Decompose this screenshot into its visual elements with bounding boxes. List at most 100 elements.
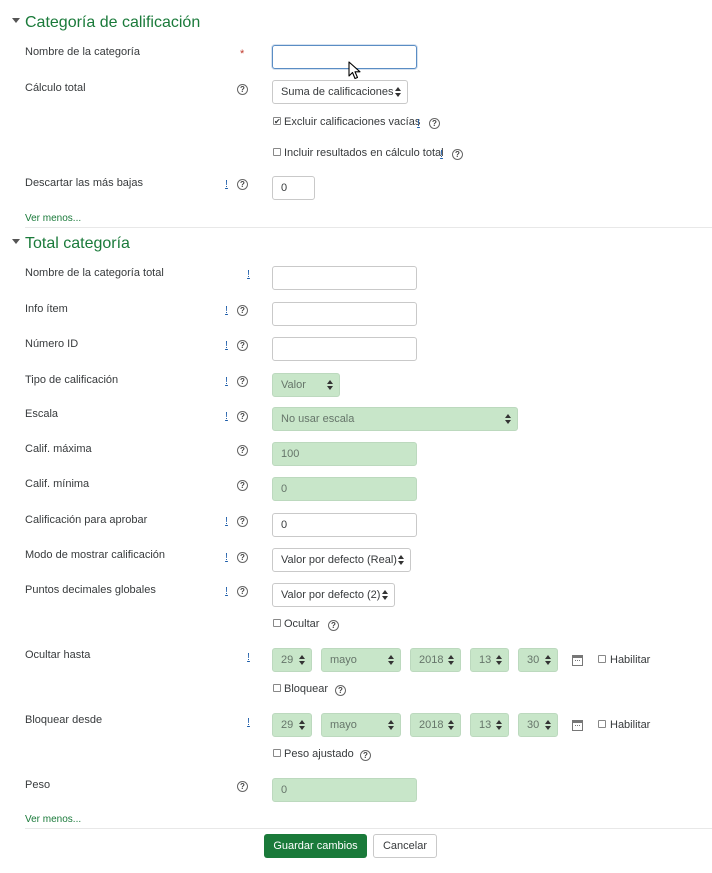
help-icon[interactable]: ? (237, 340, 248, 351)
select-value: 2018 (419, 654, 444, 666)
help-icon[interactable]: ? (237, 586, 248, 597)
peso-ajustado-label: Peso ajustado (284, 748, 354, 760)
help-icon[interactable]: ? (335, 685, 346, 696)
select-arrows-icon (388, 720, 394, 730)
calif-minima-input[interactable]: 0 (272, 477, 417, 501)
select-value: mayo (330, 654, 357, 666)
help-icon[interactable]: ? (237, 516, 248, 527)
incluir-label: Incluir resultados en cálculo total (284, 147, 444, 159)
ocultar-hasta-enable-checkbox[interactable] (598, 655, 606, 663)
collapse-triangle-icon (12, 239, 20, 245)
label-peso: Peso (25, 779, 51, 791)
help-icon[interactable]: ? (328, 620, 339, 631)
help-icon[interactable]: ? (429, 118, 440, 129)
advanced-icon[interactable]: ! (224, 516, 229, 527)
ocultar-hasta-year-select[interactable]: 2018 (410, 648, 461, 672)
peso-ajustado-checkbox[interactable] (273, 749, 281, 757)
advanced-icon[interactable]: ! (224, 411, 229, 422)
excluir-label: Excluir calificaciones vacías (284, 116, 421, 128)
bloquear-desde-day-select[interactable]: 29 (272, 713, 312, 737)
advanced-icon[interactable]: ! (224, 340, 229, 351)
tipo-calificacion-select[interactable]: Valor (272, 373, 340, 397)
ocultar-checkbox[interactable] (273, 619, 281, 627)
label-calif-maxima: Calif. máxima (25, 443, 92, 455)
ver-menos-link[interactable]: Ver menos... (25, 814, 81, 825)
bloquear-label: Bloquear (284, 683, 329, 695)
help-icon[interactable]: ? (237, 480, 248, 491)
label-modo-mostrar: Modo de mostrar calificación (25, 549, 166, 561)
advanced-icon[interactable]: ! (224, 552, 229, 563)
advanced-icon[interactable]: ! (246, 717, 251, 728)
label-calif-aprobar: Calificación para aprobar (25, 514, 148, 526)
bloquear-desde-enable-checkbox[interactable] (598, 720, 606, 728)
select-arrows-icon (496, 655, 502, 665)
help-icon[interactable]: ? (237, 84, 248, 95)
select-value: 2018 (419, 719, 444, 731)
puntos-decimales-select[interactable]: Valor por defecto (2) (272, 583, 395, 607)
help-icon[interactable]: ? (237, 411, 248, 422)
advanced-icon[interactable]: ! (246, 652, 251, 663)
select-value: 30 (527, 719, 540, 731)
select-arrows-icon (448, 655, 454, 665)
help-icon[interactable]: ? (237, 376, 248, 387)
info-item-input[interactable] (272, 302, 417, 326)
ocultar-hasta-day-select[interactable]: 29 (272, 648, 312, 672)
advanced-icon[interactable]: ! (416, 118, 421, 129)
section-header-total[interactable]: Total categoría (12, 235, 130, 253)
label-calculo-total: Cálculo total (25, 82, 86, 94)
peso-input[interactable]: 0 (272, 778, 417, 802)
excluir-checkbox[interactable]: ✔ (273, 117, 281, 126)
select-arrows-icon (505, 414, 511, 424)
advanced-icon[interactable]: ! (246, 269, 251, 280)
help-icon[interactable]: ? (360, 750, 371, 761)
calculo-total-select[interactable]: Suma de calificaciones (272, 80, 408, 104)
nombre-categoria-input[interactable] (272, 45, 417, 69)
bloquear-desde-year-select[interactable]: 2018 (410, 713, 461, 737)
section-title: Categoría de calificación (25, 14, 201, 31)
advanced-icon[interactable]: ! (224, 586, 229, 597)
help-icon[interactable]: ? (237, 552, 248, 563)
nombre-total-input[interactable] (272, 266, 417, 290)
help-icon[interactable]: ? (237, 179, 248, 190)
select-value: 29 (281, 654, 294, 666)
label-tipo-calificacion: Tipo de calificación (25, 374, 119, 386)
help-icon[interactable]: ? (237, 305, 248, 316)
help-icon[interactable]: ? (237, 781, 248, 792)
enable-label: Habilitar (610, 719, 651, 731)
calif-maxima-input[interactable]: 100 (272, 442, 417, 466)
advanced-icon[interactable]: ! (439, 149, 444, 160)
select-arrows-icon (545, 655, 551, 665)
bloquear-checkbox[interactable] (273, 684, 281, 692)
ocultar-hasta-hour-select[interactable]: 13 (470, 648, 509, 672)
ver-menos-link[interactable]: Ver menos... (25, 213, 81, 224)
ocultar-hasta-month-select[interactable]: mayo (321, 648, 401, 672)
select-value: 29 (281, 719, 294, 731)
calendar-icon[interactable] (572, 720, 583, 731)
save-button[interactable]: Guardar cambios (264, 834, 367, 858)
incluir-checkbox[interactable] (273, 148, 281, 156)
help-icon[interactable]: ? (237, 445, 248, 456)
ocultar-hasta-minute-select[interactable]: 30 (518, 648, 558, 672)
label-puntos-decimales: Puntos decimales globales (25, 584, 156, 596)
help-icon[interactable]: ? (452, 149, 463, 160)
select-value: Valor por defecto (2) (281, 589, 381, 601)
bloquear-desde-month-select[interactable]: mayo (321, 713, 401, 737)
label-nombre-total: Nombre de la categoría total (25, 267, 164, 279)
advanced-icon[interactable]: ! (224, 179, 229, 190)
select-value: mayo (330, 719, 357, 731)
select-arrows-icon (327, 380, 333, 390)
calif-aprobar-input[interactable]: 0 (272, 513, 417, 537)
bloquear-desde-minute-select[interactable]: 30 (518, 713, 558, 737)
collapse-triangle-icon (12, 18, 20, 24)
bloquear-desde-hour-select[interactable]: 13 (470, 713, 509, 737)
calendar-icon[interactable] (572, 655, 583, 666)
escala-select[interactable]: No usar escala (272, 407, 518, 431)
section-header-categoria[interactable]: Categoría de calificación (12, 14, 200, 32)
advanced-icon[interactable]: ! (224, 305, 229, 316)
descartar-input[interactable]: 0 (272, 176, 315, 200)
modo-mostrar-select[interactable]: Valor por defecto (Real) (272, 548, 411, 572)
advanced-icon[interactable]: ! (224, 376, 229, 387)
required-icon: * (240, 48, 245, 60)
cancel-button[interactable]: Cancelar (373, 834, 437, 858)
numero-id-input[interactable] (272, 337, 417, 361)
